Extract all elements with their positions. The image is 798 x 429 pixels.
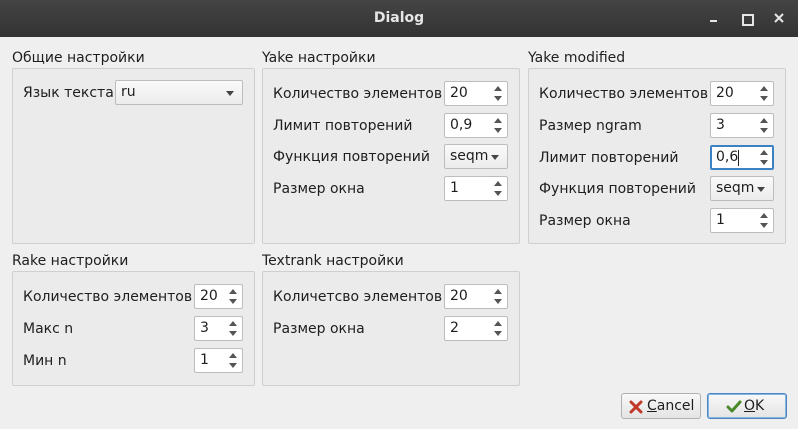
cancel-label: Cancel [647, 398, 695, 414]
spin-arrows-icon[interactable] [757, 210, 771, 231]
spin-arrows-icon[interactable] [226, 350, 240, 371]
rake-min-stepper[interactable]: 1 [194, 348, 243, 373]
general-group: Язык текста ru [12, 68, 255, 244]
yakem-count-label: Количество элементов [539, 86, 709, 102]
spin-arrows-icon[interactable] [491, 178, 505, 199]
textrank-window-stepper[interactable]: 2 [444, 316, 508, 341]
yake-window-value: 1 [450, 180, 459, 196]
spin-arrows-icon[interactable] [226, 318, 240, 339]
yake-window-label: Размер окна [273, 181, 365, 197]
yake-group-title: Yake настройки [262, 50, 376, 66]
yakem-func-value: seqm [716, 180, 755, 196]
textrank-group-title: Textrank настройки [262, 253, 404, 269]
spin-arrows-icon[interactable] [757, 147, 771, 168]
yake-modified-group: Количество элементов 20 Размер ngram 3 Л… [528, 68, 786, 244]
maximize-icon[interactable] [737, 9, 755, 27]
spin-arrows-icon[interactable] [491, 286, 505, 307]
spin-arrows-icon[interactable] [226, 286, 240, 307]
yakem-count-value: 20 [716, 85, 734, 101]
spin-arrows-icon[interactable] [491, 83, 505, 104]
textrank-group: Количетсво элементов 20 Размер окна 2 [262, 271, 520, 386]
rake-group: Количество элементов 20 Макс n 3 Мин n 1 [12, 271, 255, 386]
yake-window-stepper[interactable]: 1 [444, 176, 508, 201]
textrank-window-label: Размер окна [273, 321, 365, 337]
yake-limit-value: 0,9 [450, 117, 473, 133]
ok-label: OK [744, 398, 765, 414]
yake-count-label: Количество элементов [273, 86, 443, 102]
yake-modified-group-title: Yake modified [528, 50, 626, 66]
rake-min-label: Мин n [23, 353, 67, 369]
chevron-down-icon [226, 91, 234, 96]
textrank-count-label: Количетсво элементов [273, 289, 443, 305]
minimize-icon[interactable] [705, 9, 723, 27]
textrank-count-value: 20 [450, 288, 468, 304]
window-title: Dialog [373, 10, 425, 26]
ok-button[interactable]: OK [707, 393, 787, 419]
dialog-window: Dialog Общие настройки Язык текста ru Ya… [0, 0, 798, 429]
rake-max-stepper[interactable]: 3 [194, 316, 243, 341]
rake-max-label: Макс n [23, 321, 74, 337]
rake-group-title: Rake настройки [12, 253, 129, 269]
chevron-down-icon [757, 187, 765, 192]
text-caret [738, 150, 739, 166]
yakem-ngram-label: Размер ngram [539, 118, 642, 134]
rake-max-value: 3 [200, 320, 209, 336]
rake-count-stepper[interactable]: 20 [194, 284, 243, 309]
textrank-count-stepper[interactable]: 20 [444, 284, 508, 309]
close-icon[interactable] [770, 9, 788, 27]
spin-arrows-icon[interactable] [491, 115, 505, 136]
language-value: ru [121, 84, 136, 100]
spin-arrows-icon[interactable] [491, 318, 505, 339]
yakem-func-select[interactable]: seqm [710, 176, 774, 201]
yakem-limit-stepper[interactable]: 0,6 [710, 145, 774, 170]
yake-func-value: seqm [450, 148, 489, 164]
general-group-title: Общие настройки [12, 50, 145, 66]
yake-func-label: Функция повторений [273, 149, 430, 165]
yakem-func-label: Функция повторений [539, 181, 696, 197]
spin-arrows-icon[interactable] [757, 83, 771, 104]
chevron-down-icon [491, 155, 499, 160]
textrank-window-value: 2 [450, 320, 459, 336]
yakem-window-label: Размер окна [539, 213, 631, 229]
yake-count-stepper[interactable]: 20 [444, 81, 508, 106]
yakem-limit-label: Лимит повторений [539, 150, 679, 166]
rake-min-value: 1 [200, 352, 209, 368]
rake-count-value: 20 [200, 288, 218, 304]
yakem-count-stepper[interactable]: 20 [710, 81, 774, 106]
title-bar: Dialog [0, 0, 798, 37]
cancel-button[interactable]: Cancel [621, 393, 701, 419]
yakem-ngram-stepper[interactable]: 3 [710, 113, 774, 138]
spin-arrows-icon[interactable] [757, 115, 771, 136]
yake-limit-stepper[interactable]: 0,9 [444, 113, 508, 138]
yake-limit-label: Лимит повторений [273, 118, 413, 134]
yakem-limit-value: 0,6 [716, 149, 739, 165]
yakem-window-stepper[interactable]: 1 [710, 208, 774, 233]
cancel-icon [628, 399, 644, 415]
yake-func-select[interactable]: seqm [444, 144, 508, 169]
yakem-window-value: 1 [716, 212, 725, 228]
language-label: Язык текста [23, 85, 114, 101]
rake-count-label: Количество элементов [23, 289, 193, 305]
yakem-ngram-value: 3 [716, 117, 725, 133]
checkmark-icon [726, 399, 742, 415]
yake-count-value: 20 [450, 85, 468, 101]
language-select[interactable]: ru [115, 80, 243, 105]
yake-group: Количество элементов 20 Лимит повторений… [262, 68, 520, 244]
